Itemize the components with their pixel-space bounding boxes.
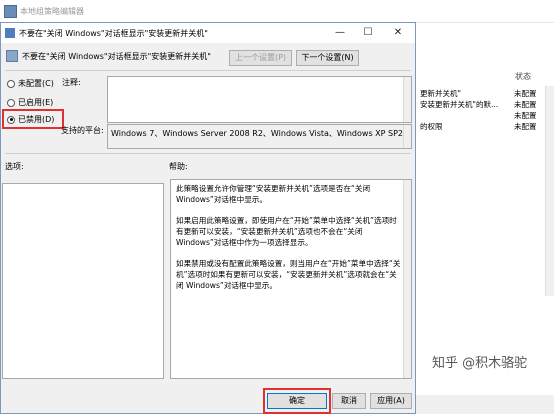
supported-platforms-value: Windows 7、Windows Server 2008 R2、Windows… (107, 124, 412, 149)
help-panel: 此策略设置允许你管理“安装更新并关机”选项是否在“关闭 Windows”对话框中… (170, 179, 412, 379)
editor-bottom-tabs (405, 395, 554, 414)
editor-app-icon (4, 5, 17, 18)
comment-scrollbar[interactable] (403, 77, 411, 122)
comment-label: 注释: (62, 78, 81, 87)
maximize-button[interactable]: ☐ (355, 23, 381, 43)
option-enabled-label: 已启用(E) (18, 98, 54, 107)
radio-not-configured[interactable] (7, 79, 15, 88)
option-not-configured[interactable]: 未配置(C) (7, 78, 54, 89)
policy-row-status: 未配置 (514, 122, 537, 131)
help-paragraph: 此策略设置允许你管理“安装更新并关机”选项是否在“关闭 Windows”对话框中… (176, 184, 371, 204)
cancel-button[interactable]: 取消 (332, 393, 366, 409)
help-label: 帮助: (169, 162, 188, 171)
ok-button-highlight (263, 388, 331, 414)
comment-textarea[interactable] (107, 76, 412, 123)
supported-scrollbar[interactable] (403, 125, 411, 148)
dialog-title: 不要在"关闭 Windows"对话框显示"安装更新并关机" (19, 29, 208, 38)
column-header-status[interactable]: 状态 (515, 71, 531, 82)
policy-row-status: 未配置 (514, 89, 537, 98)
option-not-configured-label: 未配置(C) (18, 79, 54, 88)
setting-name: 不要在"关闭 Windows"对话框显示"安装更新并关机" (22, 52, 211, 61)
radio-enabled[interactable] (7, 98, 15, 107)
next-setting-button[interactable]: 下一个设置(N) (296, 50, 359, 66)
help-text: 此策略设置允许你管理“安装更新并关机”选项是否在“关闭 Windows”对话框中… (171, 180, 411, 304)
watermark: 知乎 @积木骆驼 (432, 356, 528, 371)
policy-setting-dialog: 不要在"关闭 Windows"对话框显示"安装更新并关机" — ☐ ✕ 不要在"… (0, 22, 416, 414)
middle-divider (5, 153, 411, 154)
help-scrollbar[interactable] (403, 180, 411, 378)
help-paragraph: 如果禁用或没有配置此策略设置，则当用户在“开始”菜单中选择“关机”选项时如果有更… (176, 259, 401, 290)
options-panel (2, 183, 164, 379)
previous-setting-button[interactable]: 上一个设置(P) (229, 50, 292, 66)
disabled-option-highlight (2, 109, 64, 129)
minimize-button[interactable]: — (327, 23, 353, 43)
option-enabled[interactable]: 已启用(E) (7, 97, 53, 108)
header-divider (5, 70, 411, 71)
help-paragraph: 如果启用此策略设置，即使用户在“开始”菜单中选择“关机”选项时有更新可以安装，“… (176, 216, 397, 247)
setting-icon (6, 50, 18, 62)
options-label: 选项: (5, 162, 24, 171)
policy-row-status: 未配置 (514, 111, 537, 120)
supported-platforms-text: Windows 7、Windows Server 2008 R2、Windows… (111, 129, 403, 138)
policy-list-scrollbar[interactable] (545, 86, 554, 296)
close-button[interactable]: ✕ (385, 23, 411, 43)
supported-platforms-label: 支持的平台: (61, 126, 104, 135)
policy-row-status: 未配置 (514, 100, 537, 109)
policy-icon (5, 28, 15, 38)
editor-title: 本地组策略编辑器 (20, 7, 84, 16)
apply-button[interactable]: 应用(A) (370, 393, 412, 409)
